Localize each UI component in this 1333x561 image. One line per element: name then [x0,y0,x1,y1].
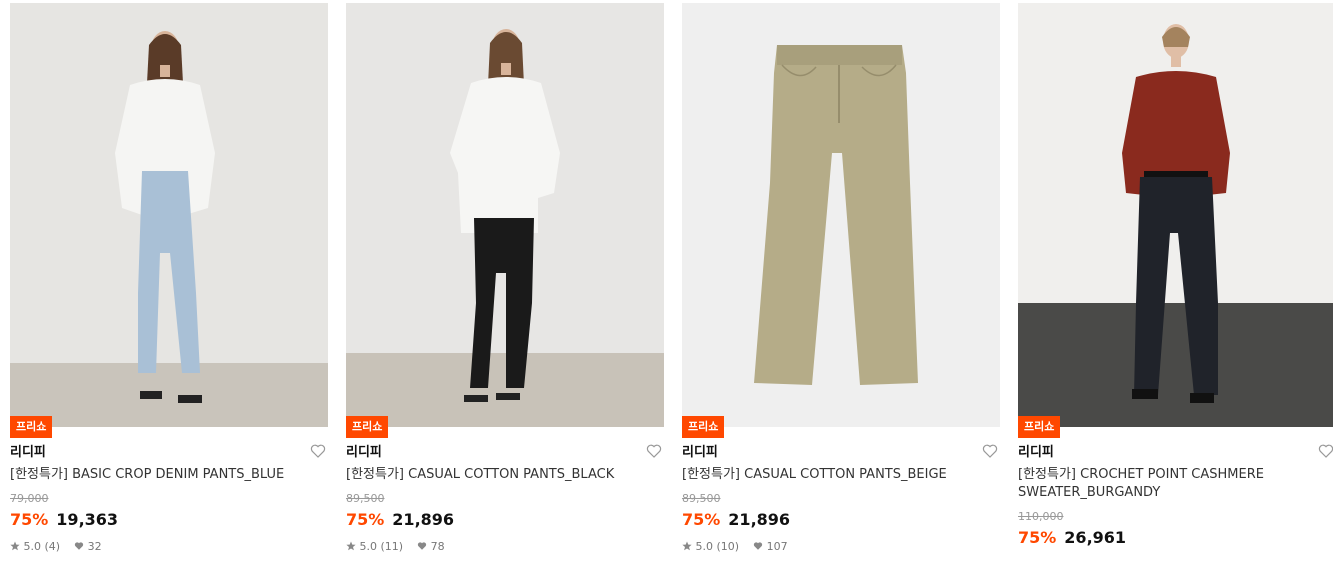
product-image[interactable] [1018,3,1333,427]
original-price: 89,500 [346,492,385,505]
like-heart-icon [74,542,84,550]
product-name[interactable]: [한정특가] BASIC CROP DENIM PANTS_BLUE [10,466,310,484]
like-heart-icon [753,542,763,550]
rating-value: 5.0 [359,540,378,553]
original-price: 79,000 [10,492,49,505]
product-name[interactable]: [한정특가] CASUAL COTTON PANTS_BLACK [346,466,646,484]
badge-preshow: 프리쇼 [10,416,53,438]
rating-value: 5.0 [23,540,42,553]
product-meta: 5.0 (10) 107 [682,540,788,553]
product-image[interactable] [10,3,328,427]
product-name[interactable]: [한정특가] CASUAL COTTON PANTS_BEIGE [682,466,982,484]
star-icon [346,541,356,551]
brand-name[interactable]: 리디피 [10,441,46,460]
discount-rate: 75% [10,510,49,529]
sale-price: 21,896 [392,510,455,529]
like-count: 78 [430,540,445,553]
brand-name[interactable]: 리디피 [346,441,382,460]
review-count: (10) [716,540,740,553]
review-count: (4) [44,540,61,553]
sale-price: 19,363 [56,510,119,529]
product-grid: 프리쇼 리디피 [한정특가] BASIC CROP DENIM PANTS_BL… [0,0,1333,561]
rating-value: 5.0 [695,540,714,553]
badge-preshow: 프리쇼 [1018,416,1061,438]
price-line: 75% 21,896 [346,510,454,529]
brand-name[interactable]: 리디피 [1018,441,1054,460]
product-card[interactable]: 프리쇼 리디피 [한정특가] CASUAL COTTON PANTS_BLACK… [346,0,664,561]
badge-preshow: 프리쇼 [682,416,725,438]
discount-rate: 75% [346,510,385,529]
price-line: 75% 26,961 [1018,528,1126,547]
product-meta: 5.0 (11) 78 [346,540,445,553]
product-image[interactable] [682,3,1000,427]
product-meta: 5.0 (4) 32 [10,540,102,553]
product-name[interactable]: [한정특가] CROCHET POINT CASHMERE SWEATER_BU… [1018,466,1318,502]
like-count: 107 [766,540,788,553]
like-heart-icon [417,542,427,550]
heart-icon[interactable] [1318,443,1333,459]
heart-icon[interactable] [982,443,998,459]
original-price: 110,000 [1018,510,1064,523]
price-line: 75% 21,896 [682,510,790,529]
product-card[interactable]: 프리쇼 리디피 [한정특가] CASUAL COTTON PANTS_BEIGE… [682,0,1000,561]
sale-price: 26,961 [1064,528,1127,547]
brand-name[interactable]: 리디피 [682,441,718,460]
sale-price: 21,896 [728,510,791,529]
review-count: (11) [380,540,404,553]
star-icon [682,541,692,551]
discount-rate: 75% [682,510,721,529]
original-price: 89,500 [682,492,721,505]
product-card[interactable]: 프리쇼 리디피 [한정특가] CROCHET POINT CASHMERE SW… [1018,0,1333,561]
discount-rate: 75% [1018,528,1057,547]
badge-preshow: 프리쇼 [346,416,389,438]
star-icon [10,541,20,551]
heart-icon[interactable] [646,443,662,459]
product-card[interactable]: 프리쇼 리디피 [한정특가] BASIC CROP DENIM PANTS_BL… [10,0,328,561]
heart-icon[interactable] [310,443,326,459]
product-image[interactable] [346,3,664,427]
price-line: 75% 19,363 [10,510,118,529]
like-count: 32 [87,540,102,553]
